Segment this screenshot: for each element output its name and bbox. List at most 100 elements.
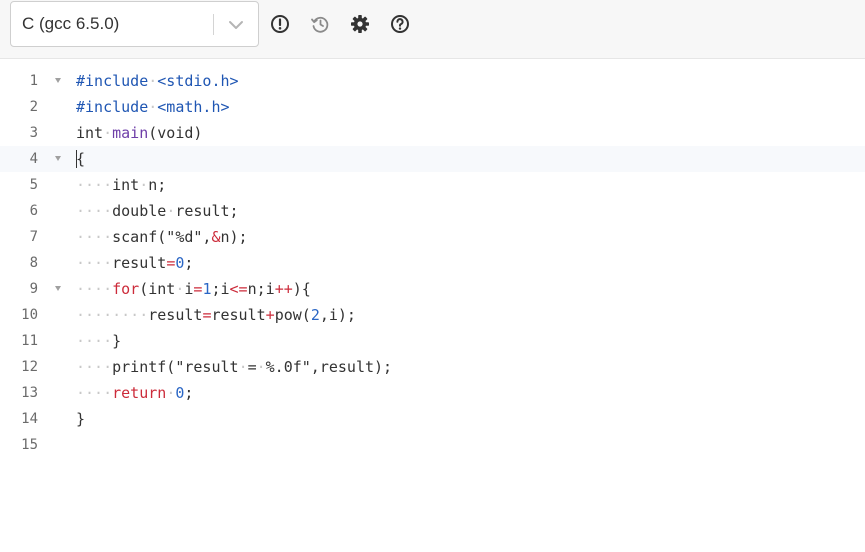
code-token: result bbox=[148, 306, 203, 324]
fold-toggle-icon[interactable] bbox=[55, 78, 61, 83]
line-number: 5 bbox=[29, 177, 38, 193]
code-token: n; bbox=[148, 176, 167, 194]
code-token: (int bbox=[139, 280, 176, 298]
help-icon[interactable] bbox=[390, 14, 410, 34]
code-token: ; bbox=[184, 384, 194, 402]
code-token: result bbox=[211, 306, 266, 324]
code-token: ){ bbox=[292, 280, 311, 298]
toolbar: C (gcc 6.5.0) bbox=[0, 0, 865, 59]
code-line[interactable]: 8 ····result=0; bbox=[0, 250, 865, 276]
code-line[interactable]: 14} bbox=[0, 406, 865, 432]
code-token: double bbox=[112, 202, 167, 220]
code-text: ········result=result+pow(2,i); bbox=[76, 302, 356, 328]
code-token: = bbox=[247, 358, 257, 376]
code-token: %.0f",result); bbox=[265, 358, 393, 376]
line-number: 3 bbox=[29, 125, 38, 141]
code-line[interactable]: 4{ bbox=[0, 146, 865, 172]
code-text: } bbox=[76, 406, 85, 432]
code-token: (void) bbox=[148, 124, 203, 142]
code-line[interactable]: 5 ····int·n; bbox=[0, 172, 865, 198]
code-token: <stdio.h> bbox=[157, 72, 239, 90]
code-text: int·main(void) bbox=[76, 120, 202, 146]
code-text: ····int·n; bbox=[76, 172, 166, 198]
whitespace-marker: ···· bbox=[76, 332, 113, 350]
whitespace-marker: ···· bbox=[76, 384, 113, 402]
line-number: 1 bbox=[29, 73, 38, 89]
whitespace-marker: · bbox=[256, 358, 266, 376]
whitespace-marker: ···· bbox=[76, 280, 113, 298]
whitespace-marker: · bbox=[148, 98, 158, 116]
code-token: result bbox=[112, 254, 167, 272]
code-text: #include·<math.h> bbox=[76, 94, 230, 120]
whitespace-marker: · bbox=[103, 124, 113, 142]
code-token: printf("result bbox=[112, 358, 239, 376]
code-token: result; bbox=[175, 202, 239, 220]
code-token: { bbox=[76, 150, 86, 168]
line-number: 10 bbox=[21, 307, 38, 323]
info-icon[interactable] bbox=[270, 14, 290, 34]
code-line[interactable]: 7 ····scanf("%d",&n); bbox=[0, 224, 865, 250]
code-line[interactable]: 3 int·main(void) bbox=[0, 120, 865, 146]
whitespace-marker: · bbox=[166, 202, 176, 220]
code-token: <math.h> bbox=[157, 98, 230, 116]
code-line[interactable]: 12 ····printf("result·=·%.0f",result); bbox=[0, 354, 865, 380]
code-token: pow( bbox=[274, 306, 311, 324]
code-text: #include·<stdio.h> bbox=[76, 68, 239, 94]
whitespace-marker: · bbox=[148, 72, 158, 90]
code-text: ····double·result; bbox=[76, 198, 239, 224]
whitespace-marker: · bbox=[166, 384, 176, 402]
chevron-down-icon[interactable] bbox=[227, 16, 245, 34]
code-text: ····scanf("%d",&n); bbox=[76, 224, 248, 250]
whitespace-marker: · bbox=[238, 358, 248, 376]
code-token: ; bbox=[184, 254, 194, 272]
gear-icon[interactable] bbox=[350, 14, 370, 34]
line-number: 12 bbox=[21, 359, 38, 375]
line-number: 9 bbox=[29, 281, 38, 297]
language-select-value: C (gcc 6.5.0) bbox=[22, 14, 120, 33]
code-text: ····result=0; bbox=[76, 250, 193, 276]
code-line[interactable]: 10 ········result=result+pow(2,i); bbox=[0, 302, 865, 328]
line-number: 15 bbox=[21, 437, 38, 453]
code-token: for bbox=[112, 280, 140, 298]
code-text: ····printf("result·=·%.0f",result); bbox=[76, 354, 392, 380]
code-text: ····for(int·i=1;i<=n;i++){ bbox=[76, 276, 311, 302]
code-token: <= bbox=[229, 280, 248, 298]
code-token: ;i bbox=[211, 280, 230, 298]
whitespace-marker: ···· bbox=[76, 176, 113, 194]
code-line[interactable]: 9 ····for(int·i=1;i<=n;i++){ bbox=[0, 276, 865, 302]
code-text: { bbox=[76, 146, 85, 172]
line-number: 14 bbox=[21, 411, 38, 427]
code-line[interactable]: 13 ····return·0; bbox=[0, 380, 865, 406]
code-line[interactable]: 1 #include·<stdio.h> bbox=[0, 68, 865, 94]
code-line[interactable]: 6 ····double·result; bbox=[0, 198, 865, 224]
line-number: 11 bbox=[21, 333, 38, 349]
whitespace-marker: ···· bbox=[76, 202, 113, 220]
language-select[interactable]: C (gcc 6.5.0) bbox=[10, 1, 259, 47]
line-number: 7 bbox=[29, 229, 38, 245]
whitespace-marker: ···· bbox=[76, 254, 113, 272]
line-number: 4 bbox=[29, 151, 38, 167]
code-token: int bbox=[112, 176, 140, 194]
code-token: } bbox=[76, 410, 86, 428]
code-token: #include bbox=[76, 72, 149, 90]
code-line[interactable]: 2 #include·<math.h> bbox=[0, 94, 865, 120]
code-line[interactable]: 11 ····} bbox=[0, 328, 865, 354]
whitespace-marker: ···· bbox=[76, 358, 113, 376]
code-text: ····} bbox=[76, 328, 121, 354]
select-divider bbox=[213, 14, 214, 35]
code-token: & bbox=[211, 228, 221, 246]
line-number: 6 bbox=[29, 203, 38, 219]
history-icon[interactable] bbox=[310, 14, 330, 34]
text-cursor bbox=[76, 150, 77, 168]
line-number: 13 bbox=[21, 385, 38, 401]
code-line[interactable]: 15 bbox=[0, 432, 865, 458]
code-token: ,i); bbox=[319, 306, 356, 324]
code-token: 2 bbox=[310, 306, 320, 324]
whitespace-marker: · bbox=[139, 176, 149, 194]
code-token: n); bbox=[220, 228, 248, 246]
code-token: return bbox=[112, 384, 167, 402]
code-editor[interactable]: 1 #include·<stdio.h> 2 #include·<math.h> 3 in… bbox=[0, 59, 865, 551]
fold-toggle-icon[interactable] bbox=[55, 156, 61, 161]
code-token: main bbox=[112, 124, 149, 142]
fold-toggle-icon[interactable] bbox=[55, 286, 61, 291]
